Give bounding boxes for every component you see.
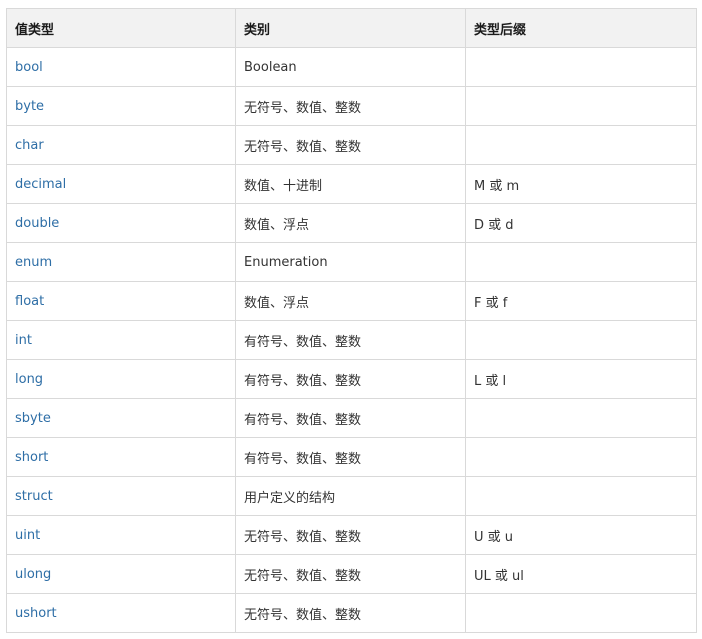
type-suffix-cell: L 或 l [465,359,697,399]
category-cell: 数值、浮点 [235,203,466,243]
value-type-link[interactable]: ulong [6,554,236,594]
type-suffix-cell [465,476,697,516]
table-row: decimal 数值、十进制 M 或 m [6,164,697,204]
header-category: 类别 [235,8,466,48]
table-row: byte 无符号、数值、整数 [6,86,697,126]
category-cell: 有符号、数值、整数 [235,320,466,360]
table-row: double 数值、浮点 D 或 d [6,203,697,243]
value-type-link[interactable]: decimal [6,164,236,204]
value-type-link[interactable]: long [6,359,236,399]
table-row: char 无符号、数值、整数 [6,125,697,165]
category-cell: 有符号、数值、整数 [235,359,466,399]
table-row: ulong 无符号、数值、整数 UL 或 ul [6,554,697,594]
table-row: float 数值、浮点 F 或 f [6,281,697,321]
value-type-link[interactable]: float [6,281,236,321]
value-type-link[interactable]: byte [6,86,236,126]
category-cell: 无符号、数值、整数 [235,593,466,633]
type-suffix-cell: F 或 f [465,281,697,321]
type-suffix-cell [465,437,697,477]
table-row: sbyte 有符号、数值、整数 [6,398,697,438]
type-suffix-cell [465,320,697,360]
category-cell: 有符号、数值、整数 [235,398,466,438]
type-suffix-cell [465,593,697,633]
value-types-table-container: 值类型 类别 类型后缀 bool Boolean byte 无符号、数值、整数 char… [6,8,697,633]
table-row: long 有符号、数值、整数 L 或 l [6,359,697,399]
value-types-table: 值类型 类别 类型后缀 bool Boolean byte 无符号、数值、整数 char… [6,8,697,633]
category-cell: 数值、浮点 [235,281,466,321]
type-suffix-cell: M 或 m [465,164,697,204]
table-row: int 有符号、数值、整数 [6,320,697,360]
type-suffix-cell: U 或 u [465,515,697,555]
value-type-link[interactable]: ushort [6,593,236,633]
type-suffix-cell [465,242,697,282]
category-cell: 无符号、数值、整数 [235,515,466,555]
value-type-link[interactable]: bool [6,47,236,87]
value-type-link[interactable]: struct [6,476,236,516]
table-row: short 有符号、数值、整数 [6,437,697,477]
value-type-link[interactable]: uint [6,515,236,555]
table-row: struct 用户定义的结构 [6,476,697,516]
table-row: enum Enumeration [6,242,697,282]
type-suffix-cell [465,125,697,165]
value-type-link[interactable]: sbyte [6,398,236,438]
category-cell: 无符号、数值、整数 [235,86,466,126]
header-type-suffix: 类型后缀 [465,8,697,48]
value-type-link[interactable]: double [6,203,236,243]
type-suffix-cell [465,398,697,438]
table-header-row: 值类型 类别 类型后缀 [6,8,697,48]
category-cell: 用户定义的结构 [235,476,466,516]
category-cell: 无符号、数值、整数 [235,125,466,165]
type-suffix-cell [465,47,697,87]
value-type-link[interactable]: short [6,437,236,477]
type-suffix-cell: D 或 d [465,203,697,243]
table-body: bool Boolean byte 无符号、数值、整数 char 无符号、数值、整数 dec… [6,47,697,633]
category-cell: 有符号、数值、整数 [235,437,466,477]
category-cell: 无符号、数值、整数 [235,554,466,594]
type-suffix-cell: UL 或 ul [465,554,697,594]
header-value-type: 值类型 [6,8,236,48]
value-type-link[interactable]: int [6,320,236,360]
type-suffix-cell [465,86,697,126]
category-cell: Enumeration [235,242,466,282]
table-row: ushort 无符号、数值、整数 [6,593,697,633]
table-row: bool Boolean [6,47,697,87]
value-type-link[interactable]: char [6,125,236,165]
category-cell: Boolean [235,47,466,87]
category-cell: 数值、十进制 [235,164,466,204]
table-row: uint 无符号、数值、整数 U 或 u [6,515,697,555]
value-type-link[interactable]: enum [6,242,236,282]
